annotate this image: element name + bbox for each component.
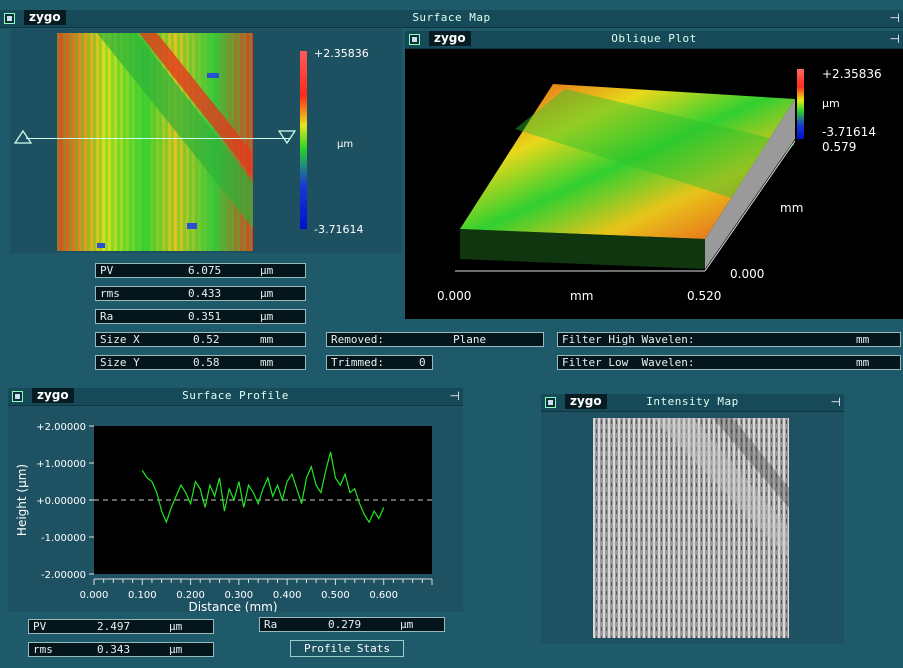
removed-field: Removed: Plane: [326, 332, 544, 347]
oblique-y-min: 0.000: [730, 267, 765, 281]
intensity-map-titlebar[interactable]: zygo Intensity Map ⊣: [541, 394, 844, 412]
surface-map-panel: +2.35836 µm -3.71614: [10, 29, 402, 253]
profile-ra-field: Ra 0.279 µm: [259, 617, 445, 632]
profile-rms-field: rms 0.343 µm: [28, 642, 214, 657]
oblique-plot-panel[interactable]: +2.35836 µm -3.71614 0.579 mm 0.000 0.00…: [405, 49, 903, 319]
profile-pv-field: PV 2.497 µm: [28, 619, 214, 634]
profile-start-marker-icon[interactable]: [14, 130, 32, 144]
y-tick-label: +1.00000: [36, 459, 86, 470]
size-y-field: Size Y 0.58 mm: [95, 355, 306, 370]
surface-scale-min: -3.71614: [314, 223, 364, 236]
oblique-color-scale: [797, 69, 804, 139]
surface-profile-panel: +2.00000 +1.00000 +0.00000 -1.00000 -2.00000…: [8, 406, 463, 612]
oblique-plot-titlebar[interactable]: zygo Oblique Plot ⊣: [405, 31, 903, 49]
intensity-map-panel: [541, 412, 844, 644]
pin-icon[interactable]: ⊣: [450, 389, 460, 403]
pin-icon[interactable]: ⊣: [890, 32, 900, 46]
intensity-map-title: Intensity Map: [646, 395, 739, 408]
surface-map-titlebar[interactable]: zygo Surface Map ⊣: [0, 10, 903, 28]
oblique-y-unit: mm: [780, 201, 804, 215]
y-tick-label: +0.00000: [36, 496, 86, 507]
x-tick-label: 0.000: [80, 590, 109, 601]
oblique-y-max: 0.579: [822, 140, 857, 154]
surface-map-image[interactable]: [57, 33, 253, 251]
x-tick-label: 0.500: [321, 590, 350, 601]
pv-field: PV 6.075 µm: [95, 263, 306, 278]
trimmed-field: Trimmed: 0: [326, 355, 433, 370]
profile-end-marker-icon[interactable]: [278, 130, 296, 144]
surface-profile-titlebar[interactable]: zygo Surface Profile ⊣: [8, 388, 463, 406]
surface-profile-chart[interactable]: +2.00000 +1.00000 +0.00000 -1.00000 -2.00000…: [8, 406, 463, 612]
oblique-scale-max: +2.35836: [822, 67, 882, 81]
surface-map-title: Surface Map: [412, 11, 491, 24]
pin-icon[interactable]: ⊣: [890, 11, 900, 25]
pin-icon[interactable]: ⊣: [831, 395, 841, 409]
y-tick-label: +2.00000: [36, 422, 86, 433]
profile-line[interactable]: [26, 138, 290, 139]
y-tick-label: -1.00000: [41, 533, 86, 544]
plot-area: [94, 426, 432, 574]
filter-high-field: Filter High Wavelen: mm: [557, 332, 901, 347]
surface-scale-unit: µm: [337, 139, 354, 150]
rms-field: rms 0.433 µm: [95, 286, 306, 301]
oblique-scale-min: -3.71614: [822, 125, 876, 139]
oblique-plot-title: Oblique Plot: [611, 32, 697, 45]
x-tick-label: 0.600: [369, 590, 398, 601]
oblique-scale-unit: µm: [822, 97, 840, 110]
y-axis-label: Height (µm): [15, 464, 29, 536]
surface-scale-max: +2.35836: [314, 47, 369, 60]
intensity-map-image[interactable]: [593, 418, 789, 638]
oblique-x-unit: mm: [570, 289, 594, 303]
ra-field: Ra 0.351 µm: [95, 309, 306, 324]
x-axis-label: Distance (mm): [188, 600, 277, 612]
y-tick-label: -2.00000: [41, 570, 86, 581]
size-x-field: Size X 0.52 mm: [95, 332, 306, 347]
oblique-x-max: 0.520: [687, 289, 722, 303]
surface-profile-title: Surface Profile: [182, 389, 289, 402]
surface-color-scale: [300, 51, 307, 229]
x-tick-label: 0.100: [128, 590, 157, 601]
oblique-x-min: 0.000: [437, 289, 472, 303]
profile-stats-button[interactable]: Profile Stats: [290, 640, 404, 657]
filter-low-field: Filter Low Wavelen: mm: [557, 355, 901, 370]
